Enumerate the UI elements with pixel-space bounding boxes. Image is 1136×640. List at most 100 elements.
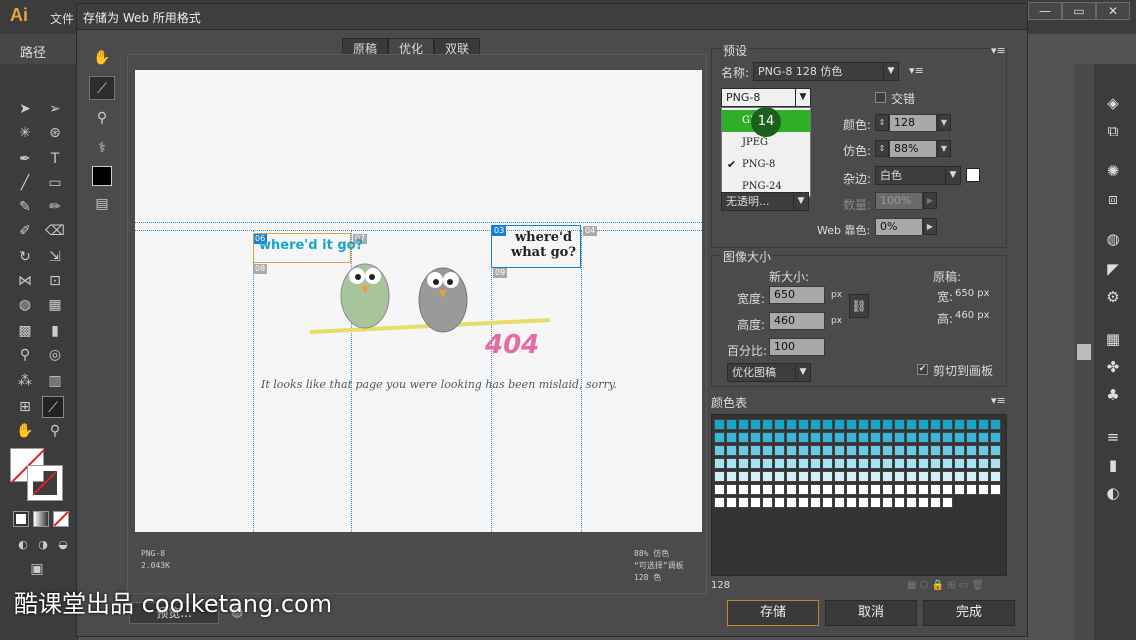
color-swatch[interactable] [966,432,977,443]
color-swatch[interactable] [750,445,761,456]
perspective-grid-tool-icon[interactable]: ▦ [44,294,66,316]
color-swatch[interactable] [774,471,785,482]
graphic-styles-panel-icon[interactable]: ⧈ [1102,188,1124,210]
magic-wand-tool-icon[interactable]: ✳ [14,122,36,144]
color-swatch[interactable] [834,432,845,443]
color-swatch[interactable] [750,484,761,495]
eyedropper-tool-icon[interactable]: ⚕ [89,136,115,160]
color-swatch[interactable] [882,497,893,508]
gradient-mode-button[interactable] [33,511,49,527]
format-select[interactable]: PNG-8 ▼ [721,88,811,107]
color-table[interactable] [711,414,1007,576]
color-swatch[interactable] [798,458,809,469]
color-swatch[interactable] [822,432,833,443]
color-swatch[interactable] [954,432,965,443]
color-swatch[interactable] [786,432,797,443]
color-swatch[interactable] [798,445,809,456]
color-swatch[interactable] [870,419,881,430]
color-swatch[interactable] [726,497,737,508]
color-swatch[interactable] [894,471,905,482]
color-swatch[interactable] [966,484,977,495]
color-swatch[interactable] [978,419,989,430]
selection-tool-icon[interactable]: ➤ [14,98,36,120]
color-swatch[interactable] [882,419,893,430]
color-swatch[interactable] [990,471,1001,482]
dither-dropdown-button[interactable]: ▼ [937,140,951,157]
hand-tool-icon[interactable]: ✋ [89,46,115,70]
eraser-tool-icon[interactable]: ⌫ [44,220,66,242]
colors-stepper[interactable]: ⇕ [875,114,889,131]
toggle-slices-icon[interactable]: ▤ [89,192,115,216]
paintbrush-tool-icon[interactable]: ✎ [14,196,36,218]
color-swatch[interactable] [858,471,869,482]
color-swatch[interactable] [762,458,773,469]
color-swatch[interactable] [954,458,965,469]
color-swatch[interactable] [942,497,953,508]
color-swatch[interactable] [714,445,725,456]
color-swatch[interactable] [918,484,929,495]
color-swatch[interactable] [822,497,833,508]
web-snap-input[interactable]: 0% [875,218,923,236]
color-swatch[interactable] [762,497,773,508]
menu-file[interactable]: 文件 [50,10,74,27]
color-swatch[interactable] [726,419,737,430]
color-swatch[interactable] [786,471,797,482]
mesh-tool-icon[interactable]: ▩ [14,320,36,342]
color-swatch[interactable] [810,471,821,482]
scroll-thumb[interactable] [1077,344,1091,360]
color-swatch[interactable] [798,484,809,495]
color-swatch[interactable] [870,484,881,495]
color-swatch[interactable] [954,471,965,482]
color-swatch[interactable] [906,471,917,482]
color-swatch[interactable] [882,471,893,482]
color-swatch[interactable] [966,445,977,456]
color-swatch[interactable] [918,471,929,482]
color-swatch[interactable] [774,445,785,456]
color-swatch[interactable] [810,432,821,443]
color-swatch[interactable] [774,497,785,508]
color-swatch[interactable] [882,445,893,456]
color-swatch[interactable] [726,471,737,482]
color-swatch[interactable] [942,419,953,430]
brushes-panel-icon[interactable]: ✤ [1102,356,1124,378]
color-swatch[interactable] [906,484,917,495]
color-swatch[interactable] [918,432,929,443]
maximize-button[interactable]: ▭ [1062,2,1096,20]
pencil-tool-icon[interactable]: ✏ [44,196,66,218]
color-swatch[interactable] [798,432,809,443]
color-swatch[interactable] [942,432,953,443]
color-swatch[interactable] [750,497,761,508]
slice-select-tool-icon[interactable]: ⟋ [89,76,115,100]
colors-dropdown-button[interactable]: ▼ [937,114,951,131]
color-swatch[interactable] [714,497,725,508]
color-swatch[interactable] [882,432,893,443]
color-swatch[interactable] [918,497,929,508]
color-swatch[interactable] [750,419,761,430]
color-swatch[interactable] [822,471,833,482]
color-swatch[interactable] [978,445,989,456]
color-swatch[interactable] [774,458,785,469]
color-swatch[interactable] [726,445,737,456]
shape-builder-tool-icon[interactable]: ◍ [14,294,36,316]
color-swatch[interactable] [846,471,857,482]
color-swatch[interactable] [966,419,977,430]
line-tool-icon[interactable]: ╱ [14,172,36,194]
color-swatch[interactable] [870,458,881,469]
color-swatch[interactable] [774,432,785,443]
color-swatch[interactable] [930,484,941,495]
dither-stepper[interactable]: ⇕ [875,140,889,157]
interlace-checkbox[interactable] [875,92,886,103]
color-swatch[interactable] [834,458,845,469]
color-swatch[interactable] [822,419,833,430]
minimize-button[interactable]: — [1028,2,1062,20]
close-app-button[interactable]: ✕ [1096,2,1130,20]
color-swatch[interactable] [774,419,785,430]
color-swatch[interactable] [990,445,1001,456]
color-swatch[interactable] [774,484,785,495]
done-button[interactable]: 完成 [923,600,1015,626]
color-table-menu-icon[interactable]: ▾≡ [991,394,1006,407]
color-swatch[interactable] [978,432,989,443]
color-swatch[interactable] [798,471,809,482]
color-swatch[interactable] [822,445,833,456]
matte-color-swatch[interactable] [966,168,980,182]
